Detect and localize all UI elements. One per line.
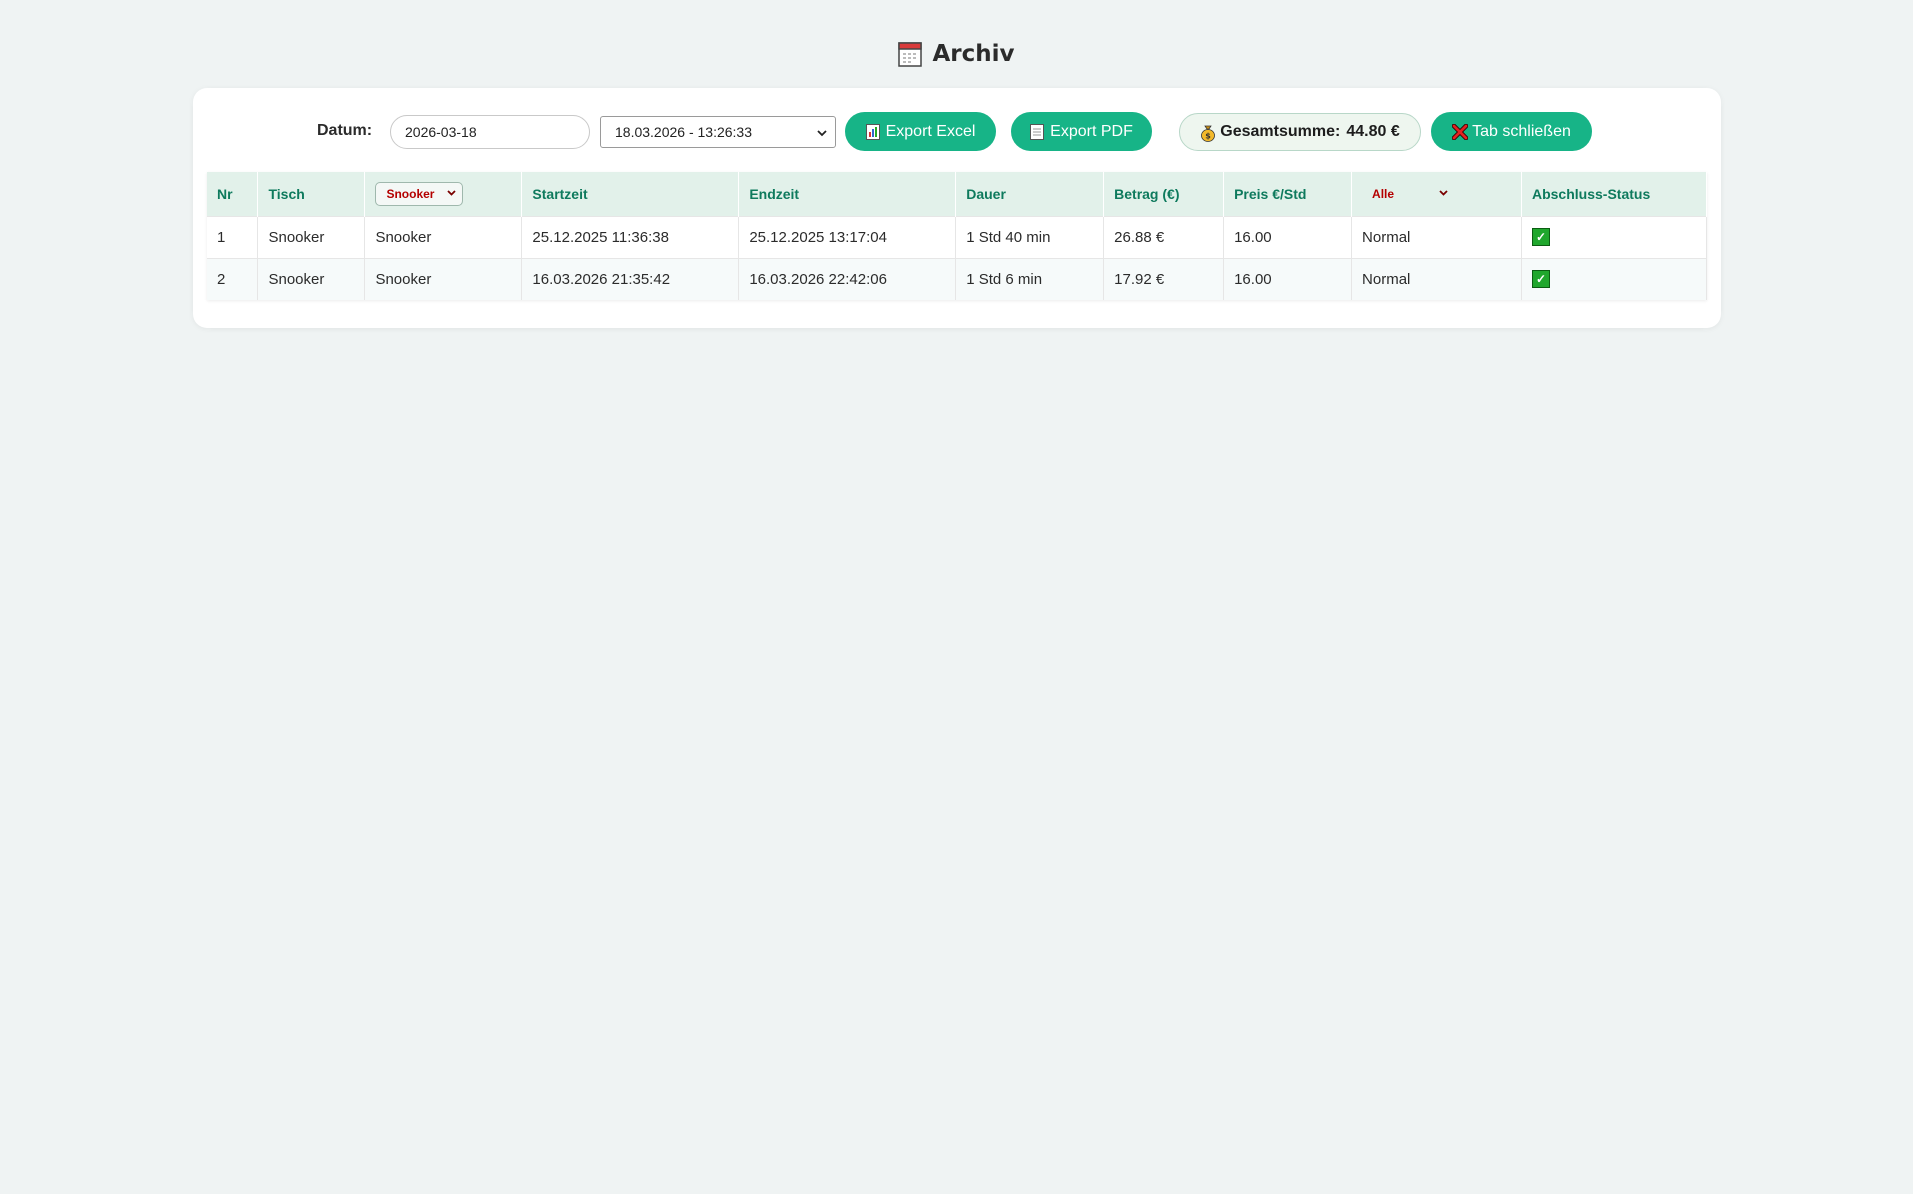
cell-dauer: 1 Std 40 min — [955, 215, 1105, 258]
export-excel-button[interactable]: Export Excel — [845, 112, 996, 151]
session-select-value: 18.03.2026 - 13:26:33 — [615, 124, 753, 140]
col-header-endzeit: Endzeit — [738, 172, 957, 216]
col-header-startzeit: Startzeit — [521, 172, 740, 216]
close-tab-button[interactable]: Tab schließen — [1431, 112, 1592, 151]
col-header-nr: Nr — [207, 172, 259, 216]
chevron-down-icon — [817, 124, 827, 140]
cell-typ: Snooker — [364, 257, 523, 300]
archive-card: Datum: 18.03.2026 - 13:26:33 Export Exce… — [193, 88, 1721, 328]
col-header-mode-filter: Alle — [1351, 172, 1522, 216]
svg-text:$: $ — [1205, 132, 1211, 141]
cell-dauer: 1 Std 6 min — [955, 257, 1105, 300]
export-excel-label: Export Excel — [885, 122, 976, 140]
col-header-dauer: Dauer — [955, 172, 1105, 216]
cell-tisch: Snooker — [257, 257, 366, 300]
table-header-row: Nr Tisch Snooker Startzeit Endzeit Dauer… — [207, 172, 1708, 216]
cell-nr: 2 — [207, 257, 259, 300]
cell-endzeit: 16.03.2026 22:42:06 — [738, 257, 957, 300]
calendar-icon — [898, 41, 923, 67]
cell-betrag: 26.88 € — [1103, 215, 1225, 258]
check-mark-icon: ✓ — [1531, 270, 1550, 289]
total-label: Gesamtsumme: — [1220, 123, 1341, 140]
cell-betrag: 17.92 € — [1103, 257, 1225, 300]
check-mark-icon: ✓ — [1531, 228, 1550, 247]
col-header-preis: Preis €/Std — [1223, 172, 1353, 216]
type-filter-select[interactable]: Snooker — [375, 181, 464, 206]
money-bag-icon: $ — [1200, 124, 1216, 142]
cell-status: ✓ — [1521, 215, 1708, 258]
table-row: 1 Snooker Snooker 25.12.2025 11:36:38 25… — [207, 215, 1708, 258]
cell-modus: Normal — [1351, 257, 1522, 300]
cell-modus: Normal — [1351, 215, 1522, 258]
chevron-down-icon — [447, 188, 457, 199]
cell-startzeit: 16.03.2026 21:35:42 — [521, 257, 740, 300]
col-header-status: Abschluss-Status — [1521, 172, 1708, 216]
cell-startzeit: 25.12.2025 11:36:38 — [521, 215, 740, 258]
export-pdf-label: Export PDF — [1050, 122, 1133, 140]
export-pdf-button[interactable]: Export PDF — [1011, 112, 1152, 151]
session-select[interactable]: 18.03.2026 - 13:26:33 — [600, 116, 836, 148]
archive-table: Nr Tisch Snooker Startzeit Endzeit Dauer… — [207, 172, 1708, 300]
cell-nr: 1 — [207, 215, 259, 258]
mode-filter-value: Alle — [1372, 186, 1395, 201]
type-filter-value: Snooker — [386, 186, 435, 201]
page-header: Archiv — [0, 36, 1913, 72]
chevron-down-icon — [1439, 188, 1448, 199]
cell-status: ✓ — [1521, 257, 1708, 300]
cell-tisch: Snooker — [257, 215, 366, 258]
total-value: 44.80 € — [1346, 123, 1400, 140]
toolbar: Datum: 18.03.2026 - 13:26:33 Export Exce… — [193, 88, 1721, 176]
table-row: 2 Snooker Snooker 16.03.2026 21:35:42 16… — [207, 257, 1708, 300]
cell-endzeit: 25.12.2025 13:17:04 — [738, 215, 957, 258]
cell-preis: 16.00 — [1223, 257, 1353, 300]
cross-icon — [1451, 123, 1469, 140]
page-title: Archiv — [932, 41, 1015, 67]
total-badge: $ Gesamtsumme: 44.80 € — [1179, 113, 1421, 151]
col-header-type-filter: Snooker — [364, 172, 523, 216]
cell-typ: Snooker — [364, 215, 523, 258]
date-input[interactable] — [390, 115, 590, 149]
mode-filter-select[interactable]: Alle — [1362, 182, 1454, 206]
col-header-tisch: Tisch — [257, 172, 366, 216]
col-header-betrag: Betrag (€) — [1103, 172, 1225, 216]
date-label: Datum: — [317, 122, 373, 139]
document-icon — [1030, 123, 1045, 140]
cell-preis: 16.00 — [1223, 215, 1353, 258]
close-tab-label: Tab schließen — [1472, 122, 1571, 140]
bar-chart-icon — [865, 123, 880, 140]
